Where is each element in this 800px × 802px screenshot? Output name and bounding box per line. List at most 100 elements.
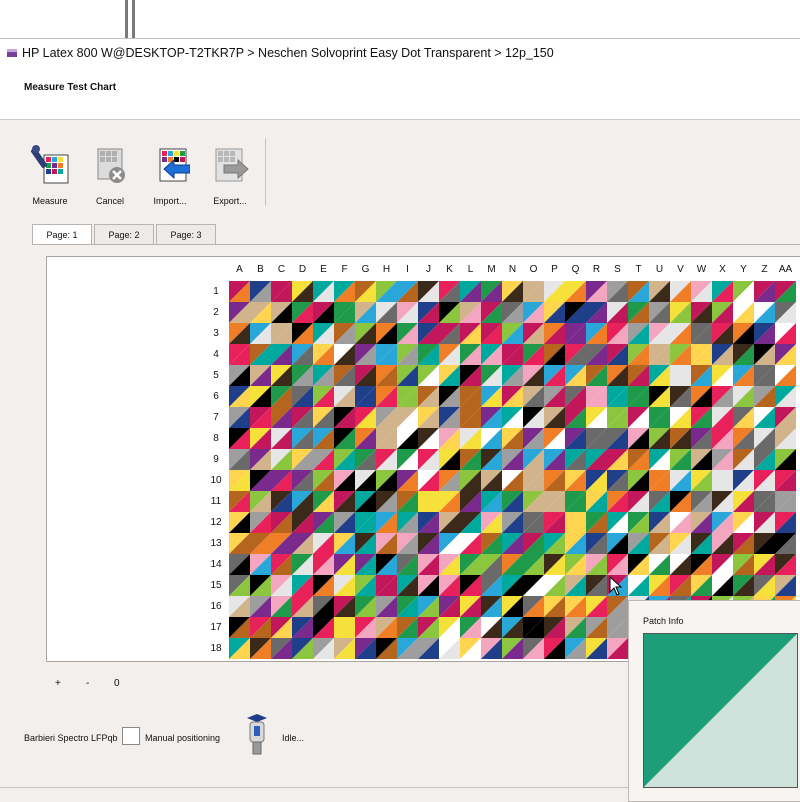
color-patch[interactable] (229, 302, 250, 323)
color-patch[interactable] (523, 281, 544, 302)
color-patch[interactable] (271, 302, 292, 323)
color-patch[interactable] (397, 365, 418, 386)
color-patch[interactable] (439, 428, 460, 449)
color-patch[interactable] (670, 428, 691, 449)
color-patch[interactable] (292, 281, 313, 302)
color-patch[interactable] (733, 281, 754, 302)
color-patch[interactable] (565, 323, 586, 344)
zoom-in-button[interactable]: + (55, 678, 61, 689)
color-patch[interactable] (229, 344, 250, 365)
color-patch[interactable] (586, 638, 607, 659)
color-patch[interactable] (754, 491, 775, 512)
color-patch[interactable] (376, 428, 397, 449)
color-patch[interactable] (418, 302, 439, 323)
color-patch[interactable] (649, 449, 670, 470)
color-patch[interactable] (649, 281, 670, 302)
color-patch[interactable] (418, 344, 439, 365)
color-patch[interactable] (418, 617, 439, 638)
color-patch[interactable] (712, 407, 733, 428)
color-patch[interactable] (502, 575, 523, 596)
color-patch[interactable] (313, 470, 334, 491)
color-patch[interactable] (733, 407, 754, 428)
color-patch[interactable] (691, 302, 712, 323)
color-patch[interactable] (460, 428, 481, 449)
color-patch[interactable] (355, 365, 376, 386)
color-patch[interactable] (460, 302, 481, 323)
color-patch[interactable] (586, 323, 607, 344)
color-patch[interactable] (229, 281, 250, 302)
color-patch[interactable] (670, 554, 691, 575)
color-patch[interactable] (418, 512, 439, 533)
color-patch[interactable] (565, 407, 586, 428)
color-patch[interactable] (628, 281, 649, 302)
color-patch[interactable] (481, 449, 502, 470)
manual-positioning-checkbox[interactable] (122, 727, 140, 745)
color-patch[interactable] (376, 533, 397, 554)
color-patch[interactable] (544, 365, 565, 386)
color-patch[interactable] (649, 512, 670, 533)
color-patch[interactable] (334, 344, 355, 365)
tab-page-1[interactable]: Page: 1 (32, 224, 92, 246)
color-patch[interactable] (313, 428, 334, 449)
color-patch[interactable] (712, 533, 733, 554)
color-patch[interactable] (313, 491, 334, 512)
color-patch[interactable] (292, 617, 313, 638)
color-patch[interactable] (481, 344, 502, 365)
color-patch[interactable] (397, 470, 418, 491)
color-patch[interactable] (229, 470, 250, 491)
color-patch[interactable] (565, 596, 586, 617)
color-patch[interactable] (775, 365, 796, 386)
color-patch[interactable] (607, 344, 628, 365)
color-patch[interactable] (271, 449, 292, 470)
color-patch[interactable] (670, 344, 691, 365)
color-patch[interactable] (565, 365, 586, 386)
color-patch[interactable] (544, 470, 565, 491)
color-patch[interactable] (586, 407, 607, 428)
color-patch[interactable] (586, 617, 607, 638)
color-patch[interactable] (250, 638, 271, 659)
color-patch[interactable] (418, 386, 439, 407)
color-patch[interactable] (502, 386, 523, 407)
color-patch[interactable] (523, 596, 544, 617)
color-patch[interactable] (481, 386, 502, 407)
color-patch[interactable] (544, 407, 565, 428)
color-patch[interactable] (712, 323, 733, 344)
color-patch[interactable] (502, 365, 523, 386)
color-patch[interactable] (628, 428, 649, 449)
color-patch[interactable] (271, 533, 292, 554)
color-patch[interactable] (460, 449, 481, 470)
color-patch[interactable] (460, 365, 481, 386)
color-patch[interactable] (733, 386, 754, 407)
color-patch[interactable] (523, 302, 544, 323)
color-patch[interactable] (691, 365, 712, 386)
color-patch[interactable] (439, 554, 460, 575)
color-patch[interactable] (397, 512, 418, 533)
color-patch[interactable] (607, 407, 628, 428)
color-patch[interactable] (544, 302, 565, 323)
color-patch[interactable] (397, 533, 418, 554)
color-patch[interactable] (376, 281, 397, 302)
color-patch[interactable] (439, 365, 460, 386)
color-patch[interactable] (733, 428, 754, 449)
color-patch[interactable] (775, 575, 796, 596)
color-patch[interactable] (271, 386, 292, 407)
color-patch[interactable] (313, 533, 334, 554)
color-patch[interactable] (754, 470, 775, 491)
color-patch[interactable] (628, 491, 649, 512)
color-patch[interactable] (271, 575, 292, 596)
color-patch[interactable] (481, 302, 502, 323)
color-patch[interactable] (418, 449, 439, 470)
color-patch[interactable] (523, 533, 544, 554)
color-patch[interactable] (292, 470, 313, 491)
color-patch[interactable] (250, 596, 271, 617)
color-patch[interactable] (376, 365, 397, 386)
color-patch[interactable] (292, 638, 313, 659)
color-patch[interactable] (439, 302, 460, 323)
color-patch[interactable] (376, 638, 397, 659)
color-patch[interactable] (355, 575, 376, 596)
color-patch[interactable] (733, 344, 754, 365)
color-patch[interactable] (733, 323, 754, 344)
color-patch[interactable] (334, 323, 355, 344)
color-patch[interactable] (334, 302, 355, 323)
color-patch[interactable] (481, 575, 502, 596)
